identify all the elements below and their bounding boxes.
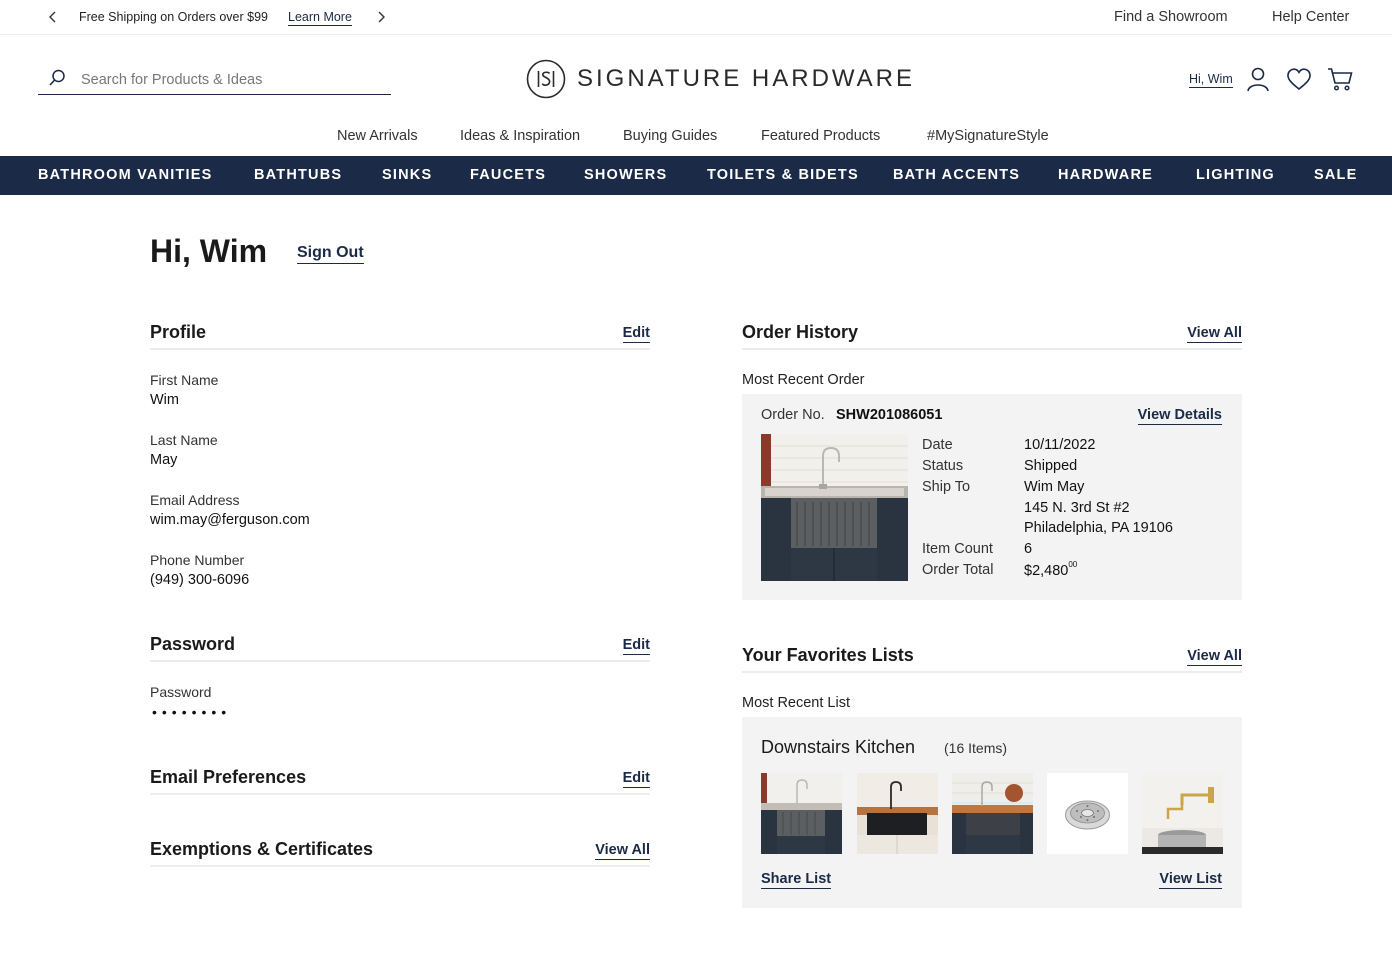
order-history-view-all-link[interactable]: View All xyxy=(1187,325,1242,343)
ship-to-name: Wim May xyxy=(1024,479,1085,495)
ship-to-city: Philadelphia, PA 19106 xyxy=(1024,520,1173,536)
order-total-dollars: $2,480 xyxy=(1024,562,1069,579)
subnav-my-signature-style[interactable]: #MySignatureStyle xyxy=(927,128,1049,144)
password-label: Password xyxy=(150,684,212,700)
nav-bathroom-vanities[interactable]: BATHROOM VANITIES xyxy=(38,167,213,183)
favorites-title: Your Favorites Lists xyxy=(742,645,914,665)
profile-title: Profile xyxy=(150,322,207,342)
order-total-value: $2,48000 xyxy=(1024,560,1078,579)
favorites-header: Your Favorites Lists View All xyxy=(742,645,1242,673)
chevron-left-icon[interactable] xyxy=(46,9,60,25)
promo-bar: Free Shipping on Orders over $99 Learn M… xyxy=(0,0,1392,35)
first-name-value: Wim xyxy=(150,392,179,408)
ship-to-street: 145 N. 3rd St #2 xyxy=(1024,500,1130,516)
brand-logo[interactable]: SIGNATURE HARDWARE xyxy=(526,58,915,100)
most-recent-list-label: Most Recent List xyxy=(742,695,850,711)
last-name-value: May xyxy=(150,452,178,468)
promo-text: Free Shipping on Orders over $99 xyxy=(79,10,268,24)
last-name-label: Last Name xyxy=(150,432,218,448)
order-date-label: Date xyxy=(922,437,953,453)
password-title: Password xyxy=(150,634,236,654)
password-header: Password Edit xyxy=(150,634,650,662)
order-total-label: Order Total xyxy=(922,562,994,578)
order-history-header: Order History View All xyxy=(742,322,1242,350)
view-order-details-link[interactable]: View Details xyxy=(1137,407,1222,425)
chevron-right-icon[interactable] xyxy=(374,9,388,25)
favorites-view-all-link[interactable]: View All xyxy=(1187,648,1242,666)
order-date-value: 10/11/2022 xyxy=(1024,437,1096,453)
favorite-thumbnail-strainer[interactable] xyxy=(1047,773,1128,854)
exemptions-view-all-link[interactable]: View All xyxy=(595,842,650,860)
order-number-value: SHW201086051 xyxy=(836,407,943,423)
item-count-value: 6 xyxy=(1024,541,1033,557)
subnav-new-arrivals[interactable]: New Arrivals xyxy=(337,128,418,144)
brand-name: SIGNATURE HARDWARE xyxy=(577,65,916,92)
page-title: Hi, Wim xyxy=(150,233,268,269)
order-status-label: Status xyxy=(922,458,964,474)
search-bar xyxy=(38,66,391,95)
favorite-thumbnail-copper-sink[interactable] xyxy=(952,773,1033,854)
most-recent-order-label: Most Recent Order xyxy=(742,372,865,388)
subnav-buying-guides[interactable]: Buying Guides xyxy=(623,128,717,144)
order-product-image[interactable] xyxy=(761,434,908,581)
order-status-value: Shipped xyxy=(1024,458,1078,474)
nav-faucets[interactable]: FAUCETS xyxy=(470,167,546,183)
heart-icon[interactable] xyxy=(1286,66,1312,92)
email-value: wim.may@ferguson.com xyxy=(150,512,310,528)
nav-bathtubs[interactable]: BATHTUBS xyxy=(254,167,342,183)
nav-sinks[interactable]: SINKS xyxy=(382,167,432,183)
item-count-label: Item Count xyxy=(922,541,993,557)
recent-order-card: Order No. SHW201086051 View Details Date… xyxy=(742,394,1242,600)
favorite-thumbnail-gray-sink[interactable] xyxy=(761,773,842,854)
phone-label: Phone Number xyxy=(150,552,245,568)
order-history-title: Order History xyxy=(742,322,859,342)
account-greeting-link[interactable]: Hi, Wim xyxy=(1189,72,1233,88)
first-name-label: First Name xyxy=(150,372,219,388)
ship-to-label: Ship To xyxy=(922,479,971,495)
exemptions-title: Exemptions & Certificates xyxy=(150,839,374,859)
nav-sale[interactable]: SALE xyxy=(1314,167,1357,183)
nav-bath-accents[interactable]: BATH ACCENTS xyxy=(893,167,1020,183)
find-showroom-link[interactable]: Find a Showroom xyxy=(1114,9,1228,25)
favorite-thumbnail-black-sink[interactable] xyxy=(857,773,938,854)
email-preferences-title: Email Preferences xyxy=(150,767,307,787)
learn-more-link[interactable]: Learn More xyxy=(288,10,352,26)
order-number-label: Order No. xyxy=(761,407,825,423)
favorites-list-count: (16 Items) xyxy=(944,740,1008,756)
order-total-cents: 00 xyxy=(1068,560,1078,569)
profile-edit-link[interactable]: Edit xyxy=(622,325,650,343)
view-list-link[interactable]: View List xyxy=(1159,871,1222,889)
nav-showers[interactable]: SHOWERS xyxy=(584,167,667,183)
subnav-ideas-inspiration[interactable]: Ideas & Inspiration xyxy=(460,128,580,144)
email-preferences-header: Email Preferences Edit xyxy=(150,767,650,795)
nav-lighting[interactable]: LIGHTING xyxy=(1196,167,1275,183)
favorites-list-card: Downstairs Kitchen (16 Items) Share List… xyxy=(742,717,1242,908)
search-icon[interactable] xyxy=(48,69,66,87)
help-center-link[interactable]: Help Center xyxy=(1272,9,1349,25)
profile-header: Profile Edit xyxy=(150,322,650,350)
nav-hardware[interactable]: HARDWARE xyxy=(1058,167,1153,183)
main-nav: BATHROOM VANITIES BATHTUBS SINKS FAUCETS… xyxy=(0,156,1392,195)
phone-value: (949) 300-6096 xyxy=(150,572,250,588)
email-preferences-edit-link[interactable]: Edit xyxy=(622,770,650,788)
user-icon[interactable] xyxy=(1245,66,1271,92)
nav-toilets-bidets[interactable]: TOILETS & BIDETS xyxy=(707,167,859,183)
share-list-link[interactable]: Share List xyxy=(761,871,832,889)
search-input[interactable] xyxy=(81,69,381,91)
subnav-featured-products[interactable]: Featured Products xyxy=(761,128,880,144)
email-label: Email Address xyxy=(150,492,240,508)
favorites-list-name: Downstairs Kitchen xyxy=(761,737,916,757)
password-masked-value: •••••••• xyxy=(152,704,232,720)
cart-icon[interactable] xyxy=(1327,66,1353,92)
logo-mark-icon xyxy=(526,59,566,99)
password-edit-link[interactable]: Edit xyxy=(622,637,650,655)
exemptions-header: Exemptions & Certificates View All xyxy=(150,839,650,867)
favorite-thumbnail-pot-filler[interactable] xyxy=(1142,773,1223,854)
sign-out-link[interactable]: Sign Out xyxy=(297,244,364,264)
